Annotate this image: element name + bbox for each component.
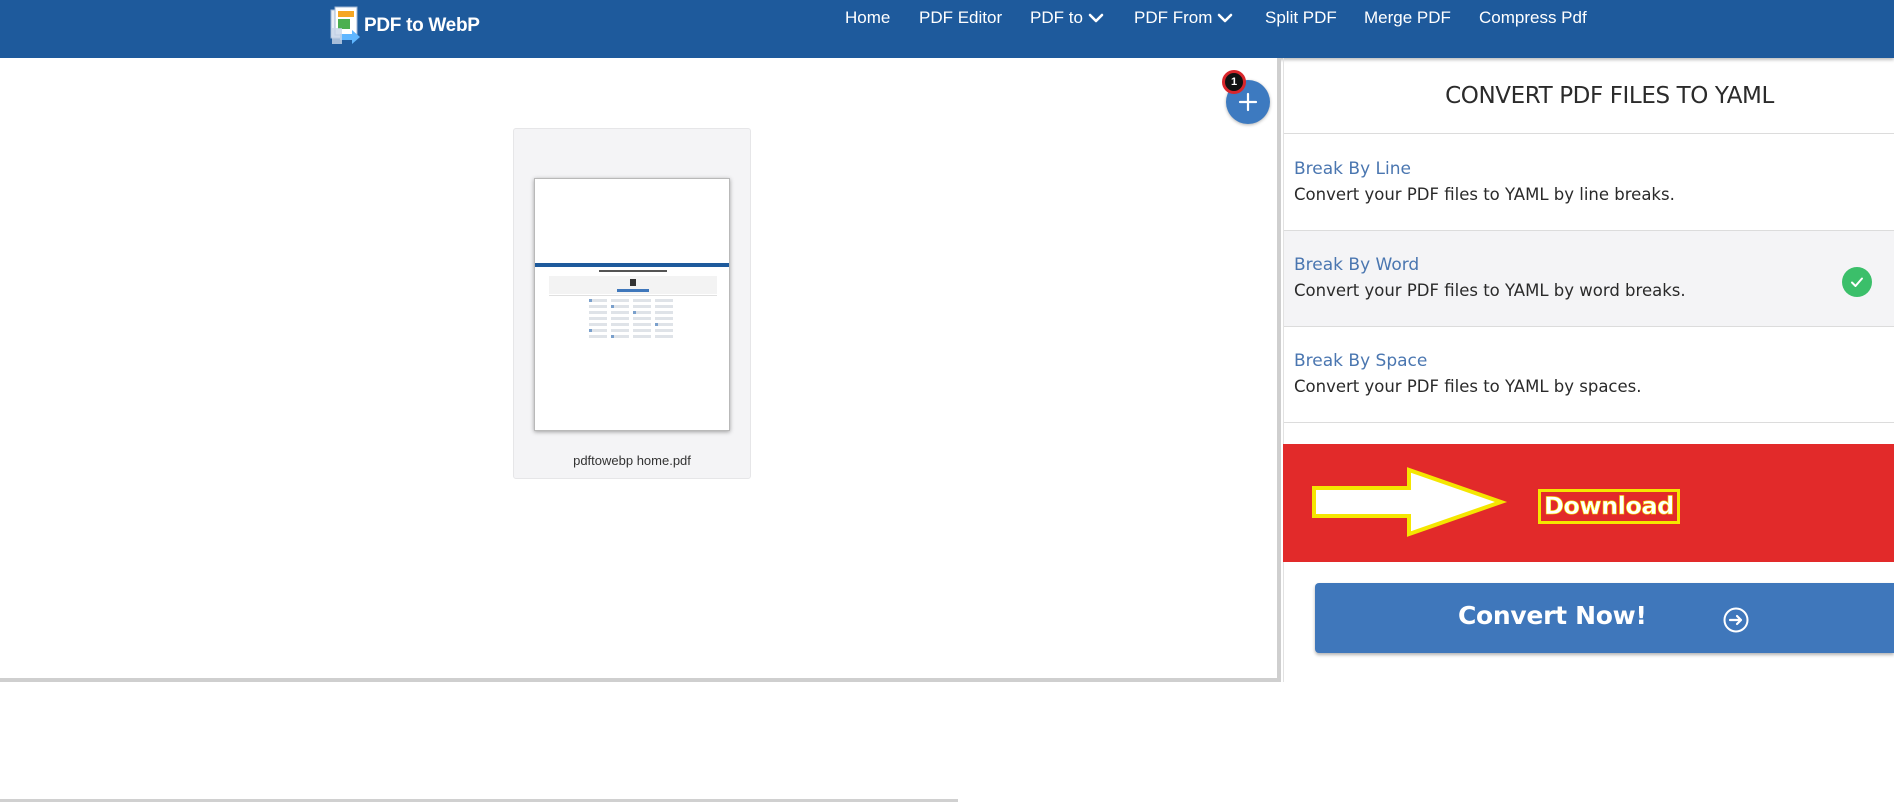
option-title: Break By Space <box>1294 351 1428 371</box>
nav-pdf-editor[interactable]: PDF Editor <box>919 8 1002 28</box>
file-workspace: pdftowebp home.pdf 1 <box>0 58 1281 682</box>
nav-split-pdf[interactable]: Split PDF <box>1265 8 1337 28</box>
download-banner: Download <box>1283 444 1894 562</box>
download-link[interactable]: Download <box>1538 489 1680 524</box>
nav-compress-pdf-label: Compress Pdf <box>1479 8 1587 27</box>
nav-pdf-to-label: PDF to <box>1030 8 1083 27</box>
nav-pdf-from-label: PDF From <box>1134 8 1213 27</box>
top-navbar: PDF to WebP Home PDF Editor PDF to PDF F… <box>0 0 1894 58</box>
option-break-by-line[interactable]: Break By Line Convert your PDF files to … <box>1284 135 1894 231</box>
nav-home-label: Home <box>845 8 891 27</box>
option-title: Break By Line <box>1294 159 1411 179</box>
convert-now-button[interactable]: Convert Now! <box>1315 583 1894 653</box>
option-break-by-word[interactable]: Break By Word Convert your PDF files to … <box>1284 231 1894 327</box>
convert-now-label: Convert Now! <box>1458 601 1647 630</box>
site-logo[interactable]: PDF to WebP <box>326 4 480 48</box>
option-description: Convert your PDF files to YAML by spaces… <box>1294 377 1642 396</box>
file-name: pdftowebp home.pdf <box>573 453 691 468</box>
file-count-badge: 1 <box>1222 70 1246 94</box>
option-title: Break By Word <box>1294 255 1420 275</box>
nav-pdf-to[interactable]: PDF to <box>1030 8 1104 28</box>
pdf-page-thumbnail <box>534 178 730 431</box>
option-break-by-space[interactable]: Break By Space Convert your PDF files to… <box>1284 327 1894 423</box>
nav-merge-pdf[interactable]: Merge PDF <box>1364 8 1451 28</box>
chevron-down-icon <box>1218 13 1233 23</box>
nav-home[interactable]: Home <box>845 8 890 28</box>
nav-compress-pdf[interactable]: Compress Pdf <box>1479 8 1587 28</box>
file-card[interactable]: pdftowebp home.pdf <box>513 128 751 479</box>
option-description: Convert your PDF files to YAML by word b… <box>1294 281 1686 300</box>
nav-split-pdf-label: Split PDF <box>1265 8 1337 27</box>
option-description: Convert your PDF files to YAML by line b… <box>1294 185 1675 204</box>
nav-pdf-editor-label: PDF Editor <box>919 8 1003 27</box>
nav-pdf-from[interactable]: PDF From <box>1134 8 1233 28</box>
arrow-circle-right-icon <box>1723 607 1749 633</box>
nav-merge-pdf-label: Merge PDF <box>1364 8 1451 27</box>
chevron-down-icon <box>1088 13 1104 23</box>
panel-title: CONVERT PDF FILES TO YAML <box>1284 58 1894 134</box>
logo-text: PDF to WebP <box>364 15 480 36</box>
arrow-right-icon <box>1312 467 1508 537</box>
thumbnail-preview-image <box>535 263 729 338</box>
check-icon <box>1842 267 1872 297</box>
plus-icon <box>1238 92 1258 112</box>
